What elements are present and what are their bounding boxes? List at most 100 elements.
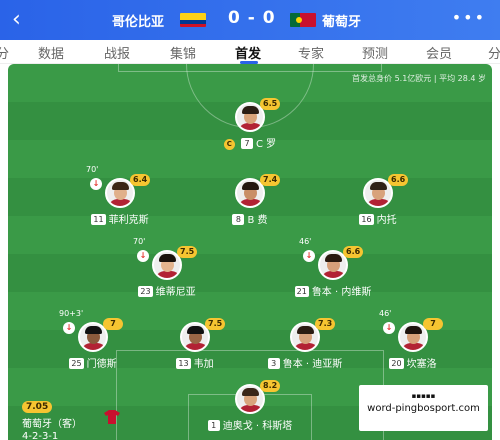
player-rating-badge: 7.5 [205,318,226,330]
player-name: 坎塞洛 [406,359,437,370]
avatar-hair [325,254,342,262]
avatar-shirt [238,199,263,206]
substitution-time: 46' [379,309,392,318]
sub-out-arrow-icon: ↓ [63,322,75,334]
player-card[interactable]: 6.5 C 7C 罗 [185,98,315,162]
player-name: 菲利克斯 [108,215,149,226]
watermark-top: ▪▪▪▪▪ [411,392,436,400]
watermark-site: word-pingbosport.com [367,403,480,414]
player-card[interactable]: 6.6 16 内托 [313,174,443,238]
player-label: 16 内托 [313,211,443,226]
avatar-hair [112,182,129,190]
match-score: 0 - 0 [228,8,276,28]
lineup-info: 首发总身价 5.1亿欧元 | 平均 28.4 岁 [352,74,486,83]
avatar-hair [85,326,102,334]
shirt-number: 1 [207,420,220,431]
avatar-shirt [401,343,426,350]
shirt-number: 3 [267,358,280,369]
avatar-hair [297,326,314,334]
player-card[interactable]: 6.6 46' ↓ 21 鲁本 · 内维斯 [268,237,398,310]
tab-bar: 分 数据 战报 集锦 首发 专家 预测 会员 分 [0,40,500,64]
watermark: ▪▪▪▪▪ word-pingbosport.com [359,385,488,431]
team-rating-badge: 7.05 [22,401,53,413]
avatar-shirt [238,405,263,412]
shirt-number: 20 [389,358,404,369]
player-card[interactable]: 7.4 8B 费 [185,174,315,238]
shirt-number: 7 [241,138,253,149]
player-rating-badge: 7 [423,318,443,330]
back-chevron-icon[interactable]: ‹ [12,6,21,34]
team-summary-name: 葡萄牙（客） [22,419,82,430]
avatar-hair [187,326,204,334]
avatar-hair [405,326,422,334]
player-label: 23 维蒂尼亚 [102,283,232,298]
pitch-top-line [118,64,382,72]
tab-lineup[interactable]: 首发 [235,43,261,62]
team-summary: 7.05 葡萄牙（客） 4-2-3-1 [22,394,82,440]
tab-experts[interactable]: 专家 [298,43,324,62]
shirt-number: 13 [176,358,191,369]
player-name: B 费 [247,215,268,226]
captain-badge: C [223,139,235,150]
player-card[interactable]: 6.4 70' ↓ 11 菲利克斯 [55,165,185,238]
player-rating-badge: 6.5 [260,98,281,110]
player-card[interactable]: 7.5 70' ↓ 23 维蒂尼亚 [102,237,232,310]
shirt-number: 23 [138,286,153,297]
player-label: 21 鲁本 · 内维斯 [268,283,398,298]
colombia-flag-icon [180,13,206,27]
avatar-shirt [155,271,180,278]
away-team-name[interactable]: 葡萄牙 [322,11,361,30]
more-dots-icon[interactable]: ••• [452,8,486,27]
substitution-time: 70' [133,237,146,246]
avatar-shirt [108,199,133,206]
player-rating-badge: 7 [103,318,123,330]
player-name: 鲁本 · 内维斯 [311,287,372,298]
match-header: ‹ 哥伦比亚 0 - 0 葡萄牙 ••• [0,0,500,40]
sub-out-arrow-icon: ↓ [137,250,149,262]
sub-out-arrow-icon: ↓ [303,250,315,262]
substitution-time: 90+3' [59,309,84,318]
avatar-hair [159,254,176,262]
player-rating-badge: 6.6 [388,174,409,186]
player-rating-badge: 6.6 [343,246,364,258]
tab-highlights[interactable]: 集锦 [170,43,196,62]
player-name: 维蒂尼亚 [155,287,196,298]
home-team-name[interactable]: 哥伦比亚 [112,11,164,30]
substitution-time: 46' [299,237,312,246]
avatar-shirt [81,343,106,350]
substitution-time: 70' [86,165,99,174]
player-label: 20 坎塞洛 [348,355,478,370]
sub-out-arrow-icon: ↓ [383,322,395,334]
sub-out-arrow-icon: ↓ [90,178,102,190]
avatar-shirt [238,123,263,130]
player-label: 8B 费 [185,211,315,226]
avatar-hair [370,182,387,190]
player-card[interactable]: 7 46' ↓ 20 坎塞洛 [348,309,478,382]
tab-partial-left[interactable]: 分 [0,43,9,62]
shirt-number: 25 [69,358,84,369]
avatar-shirt [183,343,208,350]
tab-partial-right[interactable]: 分 [488,43,500,62]
shirt-number: 21 [294,286,309,297]
player-rating-badge: 6.4 [130,174,151,186]
player-name: 门德斯 [86,359,117,370]
avatar-shirt [321,271,346,278]
player-name: 鲁本 · 迪亚斯 [282,359,343,370]
tab-data[interactable]: 数据 [38,43,64,62]
player-rating-badge: 7.4 [260,174,281,186]
shirt-number: 11 [91,214,106,225]
shirt-number: 8 [232,214,245,225]
player-name: 迪奥戈 · 科斯塔 [222,421,293,432]
player-rating-badge: 7.3 [315,318,336,330]
tab-report[interactable]: 战报 [104,43,130,62]
avatar-shirt [293,343,318,350]
player-rating-badge: 8.2 [260,380,281,392]
player-label: 11 菲利克斯 [55,211,185,226]
player-name: 内托 [376,215,397,226]
player-label: 1 迪奥戈 · 科斯塔 [185,417,315,432]
player-card[interactable]: 8.2 1 迪奥戈 · 科斯塔 [185,380,315,440]
portugal-flag-icon [290,13,316,27]
tab-member[interactable]: 会员 [426,43,452,62]
tab-predict[interactable]: 预测 [362,43,388,62]
player-name: 韦加 [193,359,214,370]
